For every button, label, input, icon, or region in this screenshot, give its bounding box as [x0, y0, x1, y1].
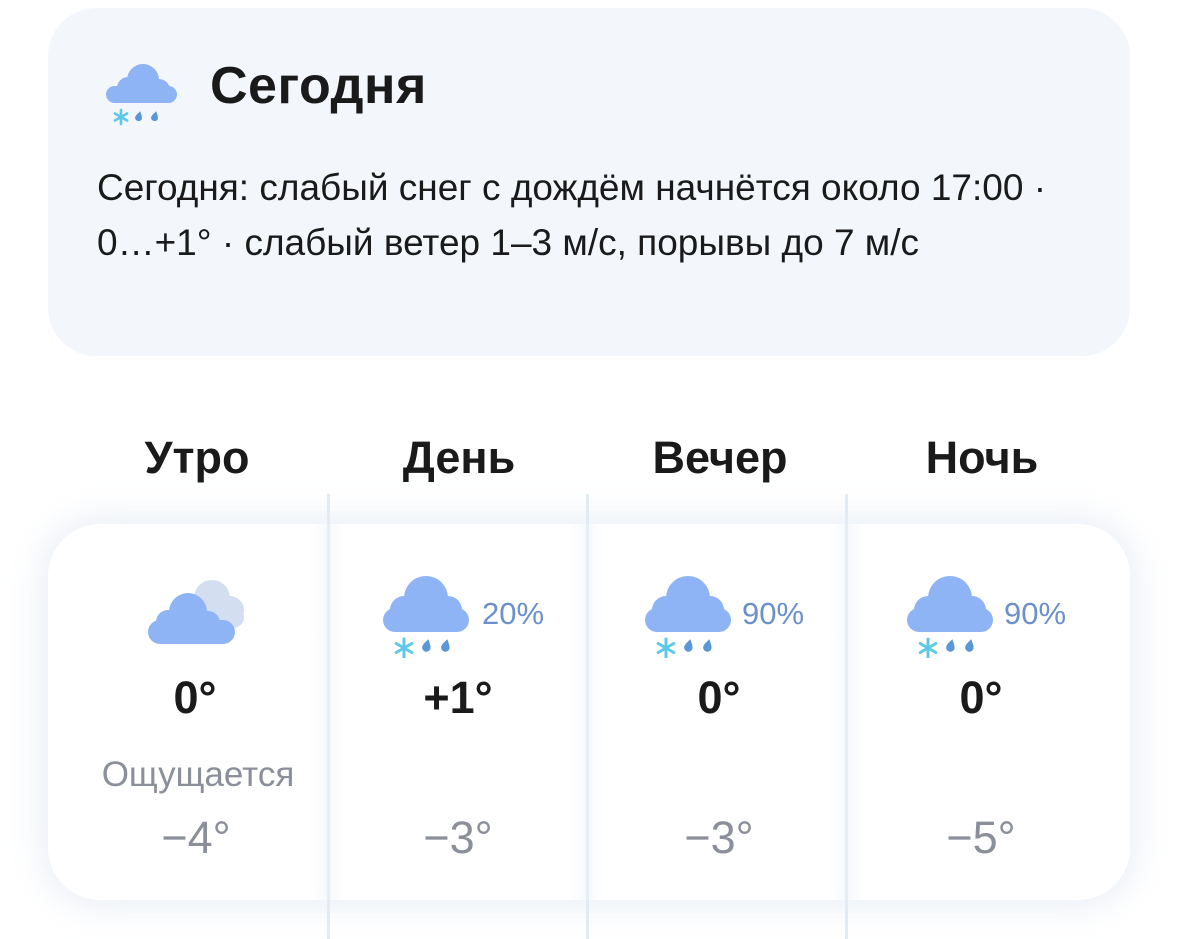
cloud-snow-rain-icon: [907, 576, 993, 658]
cloud-snow-rain-icon: [383, 576, 469, 658]
feels-like-temperature: −5°: [946, 812, 1016, 863]
period-temperature: +1°: [423, 672, 493, 723]
period-header-day: День: [402, 432, 516, 483]
today-summary-card[interactable]: Сегодня Сегодня: слабый снег с дождём на…: [48, 8, 1130, 356]
today-title: Сегодня: [210, 57, 427, 115]
period-temperature: 0°: [959, 672, 1003, 723]
today-description: Сегодня: слабый снег с дождём начнётся о…: [97, 167, 1047, 263]
period-header-evening: Вечер: [652, 432, 788, 483]
cloud-snow-rain-icon: [645, 576, 731, 658]
precipitation-probability: 90%: [1004, 596, 1067, 631]
precipitation-probability: 90%: [742, 596, 805, 631]
period-temperature: 0°: [173, 672, 217, 723]
feels-like-temperature: −3°: [423, 812, 493, 863]
cloudy-icon: [148, 580, 244, 644]
feels-like-label: Ощущается: [101, 755, 295, 794]
column-divider: [586, 524, 589, 900]
period-temperature: 0°: [697, 672, 741, 723]
period-header-morning: Утро: [144, 432, 250, 483]
precipitation-probability: 20%: [482, 596, 545, 631]
column-divider: [327, 524, 330, 900]
column-divider: [845, 524, 848, 900]
cloud-snow-rain-icon: [106, 64, 177, 126]
feels-like-temperature: −3°: [684, 812, 754, 863]
feels-like-temperature: −4°: [161, 812, 231, 863]
weather-today-page: Сегодня Сегодня: слабый снег с дождём на…: [0, 0, 1179, 939]
period-header-night: Ночь: [925, 432, 1039, 483]
